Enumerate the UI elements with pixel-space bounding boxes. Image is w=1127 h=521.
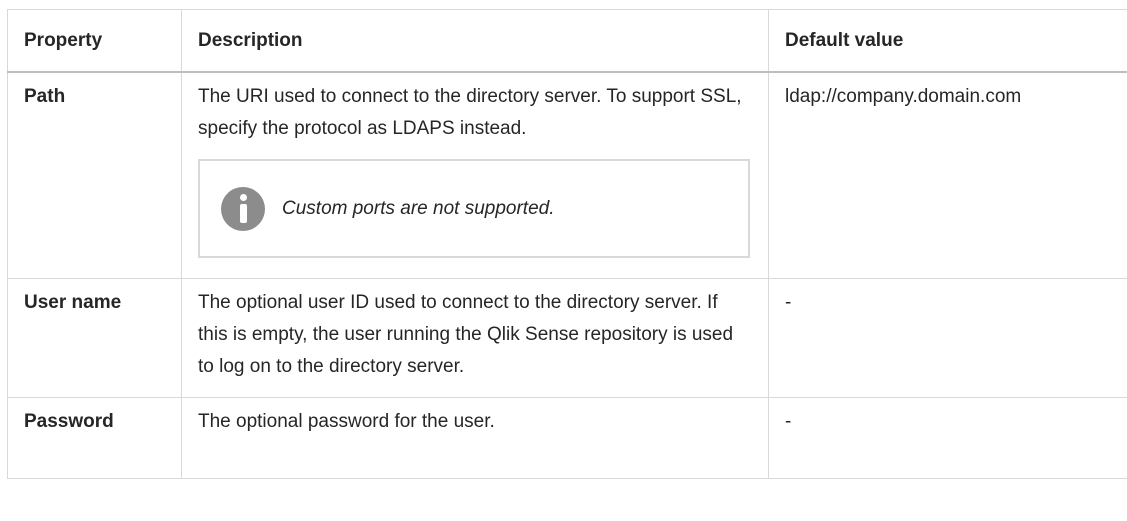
property-name: Path (7, 71, 182, 279)
table-row: User name The optional user ID used to c… (7, 278, 1127, 398)
property-default-value: - (768, 278, 1127, 398)
property-description: The optional user ID used to connect to … (181, 278, 769, 398)
info-icon (221, 186, 265, 231)
properties-table-container: Property Description Default value Path … (7, 9, 1127, 479)
note-box: Custom ports are not supported. (198, 159, 750, 258)
properties-table: Property Description Default value Path … (7, 9, 1127, 479)
table-row: Password The optional password for the u… (7, 397, 1127, 479)
header-property: Property (7, 9, 182, 73)
property-name: User name (7, 278, 182, 398)
property-default-value: - (768, 397, 1127, 479)
header-description: Description (181, 9, 769, 73)
note-text: Custom ports are not supported. (282, 197, 555, 219)
table-header-row: Property Description Default value (7, 9, 1127, 73)
property-description: The optional password for the user. (181, 397, 769, 479)
property-description-cell: The URI used to connect to the directory… (181, 71, 769, 279)
table-row: Path The URI used to connect to the dire… (7, 71, 1127, 279)
property-description: The URI used to connect to the directory… (198, 86, 742, 139)
header-default-value: Default value (768, 9, 1127, 73)
property-name: Password (7, 397, 182, 479)
property-default-value: ldap://company.domain.com (768, 71, 1127, 279)
